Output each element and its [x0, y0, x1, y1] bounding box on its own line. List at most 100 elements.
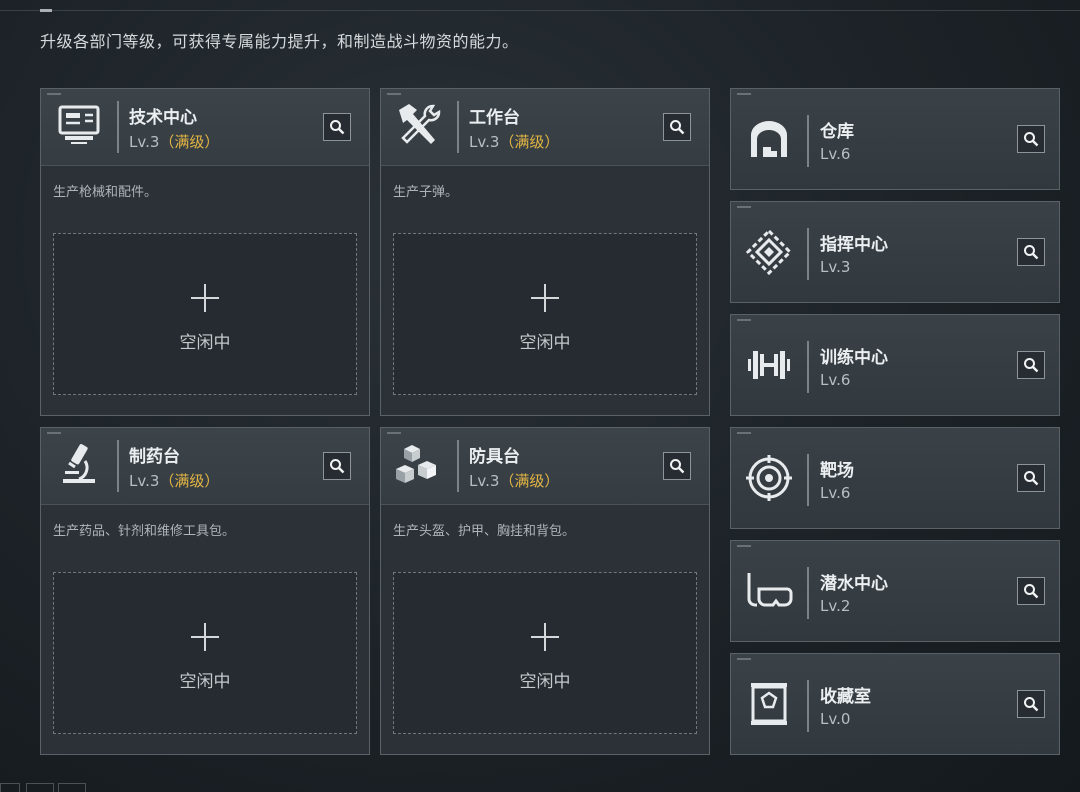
row-separator — [807, 115, 809, 167]
row-tick — [737, 319, 751, 321]
production-slot[interactable]: 空闲中 — [393, 233, 697, 395]
magnifier-icon — [330, 120, 345, 135]
header-tick — [47, 432, 61, 434]
magnifier-icon — [670, 459, 685, 474]
workshop-description: 生产子弹。 — [393, 185, 459, 200]
display-case-icon — [743, 678, 795, 730]
level-text: Lv.3 — [129, 472, 160, 490]
row-tick — [737, 658, 751, 660]
facility-name: 仓库 — [820, 122, 854, 142]
facility-level: Lv.6 — [820, 484, 851, 502]
slot-status: 空闲中 — [519, 333, 571, 353]
inspect-button[interactable] — [323, 452, 351, 480]
facility-diving-center[interactable]: 潜水中心 Lv.2 — [730, 540, 1060, 642]
workshop-description: 生产枪械和配件。 — [53, 185, 158, 200]
top-divider — [0, 10, 1080, 11]
max-level-tag: （满级） — [159, 472, 220, 490]
magnifier-icon — [670, 120, 685, 135]
facility-training-center[interactable]: 训练中心 Lv.6 — [730, 314, 1060, 416]
inspect-button[interactable] — [1017, 577, 1045, 605]
workshop-card-pharmacy[interactable]: 制药台 Lv.3（满级） 生产药品、针剂和维修工具包。 空闲中 — [40, 427, 370, 755]
production-slot[interactable]: 空闲中 — [53, 233, 357, 395]
bottom-corner-decoration — [26, 783, 54, 792]
plus-icon — [191, 623, 219, 651]
workshop-name: 工作台 — [469, 108, 520, 128]
workshop-card-tech-center[interactable]: 技术中心 Lv.3（满级） 生产枪械和配件。 空闲中 — [40, 88, 370, 416]
max-level-tag: （满级） — [499, 133, 560, 151]
workshop-name: 制药台 — [129, 447, 180, 467]
facility-shooting-range[interactable]: 靶场 Lv.6 — [730, 427, 1060, 529]
card-header: 制药台 Lv.3（满级） — [41, 428, 369, 505]
inspect-button[interactable] — [1017, 351, 1045, 379]
inspect-button[interactable] — [323, 113, 351, 141]
workshop-level: Lv.3（满级） — [469, 131, 559, 152]
page-subtitle: 升级各部门等级，可获得专属能力提升，和制造战斗物资的能力。 — [40, 32, 519, 51]
row-separator — [807, 341, 809, 393]
command-emblem-icon — [743, 226, 795, 278]
card-header: 工作台 Lv.3（满级） — [381, 89, 709, 166]
snorkel-mask-icon — [743, 565, 795, 617]
facility-command-center[interactable]: 指挥中心 Lv.3 — [730, 201, 1060, 303]
max-level-tag: （满级） — [499, 472, 560, 490]
magnifier-icon — [1024, 697, 1039, 712]
facility-level: Lv.6 — [820, 371, 851, 389]
header-tick — [387, 432, 401, 434]
row-tick — [737, 545, 751, 547]
top-marker — [40, 9, 52, 12]
inspect-button[interactable] — [1017, 464, 1045, 492]
dumbbell-icon — [743, 339, 795, 391]
header-separator — [457, 440, 459, 492]
facility-name: 训练中心 — [820, 348, 888, 368]
slot-status: 空闲中 — [179, 333, 231, 353]
level-text: Lv.3 — [469, 472, 500, 490]
facility-name: 指挥中心 — [820, 235, 888, 255]
facility-level: Lv.0 — [820, 710, 851, 728]
inspect-button[interactable] — [663, 113, 691, 141]
inspect-button[interactable] — [1017, 690, 1045, 718]
magnifier-icon — [330, 459, 345, 474]
hammer-wrench-icon — [393, 101, 445, 149]
inspect-button[interactable] — [1017, 125, 1045, 153]
plus-icon — [531, 623, 559, 651]
slot-status: 空闲中 — [519, 672, 571, 692]
row-tick — [737, 432, 751, 434]
facility-name: 潜水中心 — [820, 574, 888, 594]
production-slot[interactable]: 空闲中 — [53, 572, 357, 734]
magnifier-icon — [1024, 132, 1039, 147]
facility-collection-room[interactable]: 收藏室 Lv.0 — [730, 653, 1060, 755]
production-slot[interactable]: 空闲中 — [393, 572, 697, 734]
level-text: Lv.3 — [469, 133, 500, 151]
row-separator — [807, 228, 809, 280]
facility-name: 靶场 — [820, 461, 854, 481]
facility-warehouse[interactable]: 仓库 Lv.6 — [730, 88, 1060, 190]
bottom-corner-decoration — [0, 783, 20, 792]
workshop-description: 生产头盔、护甲、胸挂和背包。 — [393, 524, 576, 539]
bottom-corner-decoration — [58, 783, 86, 792]
workshop-description: 生产药品、针剂和维修工具包。 — [53, 524, 236, 539]
workshop-level: Lv.3（满级） — [129, 470, 219, 491]
workshop-level: Lv.3（满级） — [129, 131, 219, 152]
workshop-card-workbench[interactable]: 工作台 Lv.3（满级） 生产子弹。 空闲中 — [380, 88, 710, 416]
max-level-tag: （满级） — [159, 133, 220, 151]
workshop-name: 防具台 — [469, 447, 520, 467]
row-tick — [737, 93, 751, 95]
row-separator — [807, 680, 809, 732]
facility-level: Lv.6 — [820, 145, 851, 163]
slot-status: 空闲中 — [179, 672, 231, 692]
header-separator — [117, 440, 119, 492]
header-tick — [387, 93, 401, 95]
inspect-button[interactable] — [663, 452, 691, 480]
magnifier-icon — [1024, 245, 1039, 260]
magnifier-icon — [1024, 584, 1039, 599]
row-separator — [807, 454, 809, 506]
row-tick — [737, 206, 751, 208]
workshop-name: 技术中心 — [129, 108, 197, 128]
microscope-icon — [53, 440, 105, 488]
cubes-icon — [393, 440, 445, 488]
card-header: 技术中心 Lv.3（满级） — [41, 89, 369, 166]
inspect-button[interactable] — [1017, 238, 1045, 266]
header-separator — [117, 101, 119, 153]
workshop-card-armor[interactable]: 防具台 Lv.3（满级） 生产头盔、护甲、胸挂和背包。 空闲中 — [380, 427, 710, 755]
level-text: Lv.3 — [129, 133, 160, 151]
computer-icon — [53, 101, 105, 149]
